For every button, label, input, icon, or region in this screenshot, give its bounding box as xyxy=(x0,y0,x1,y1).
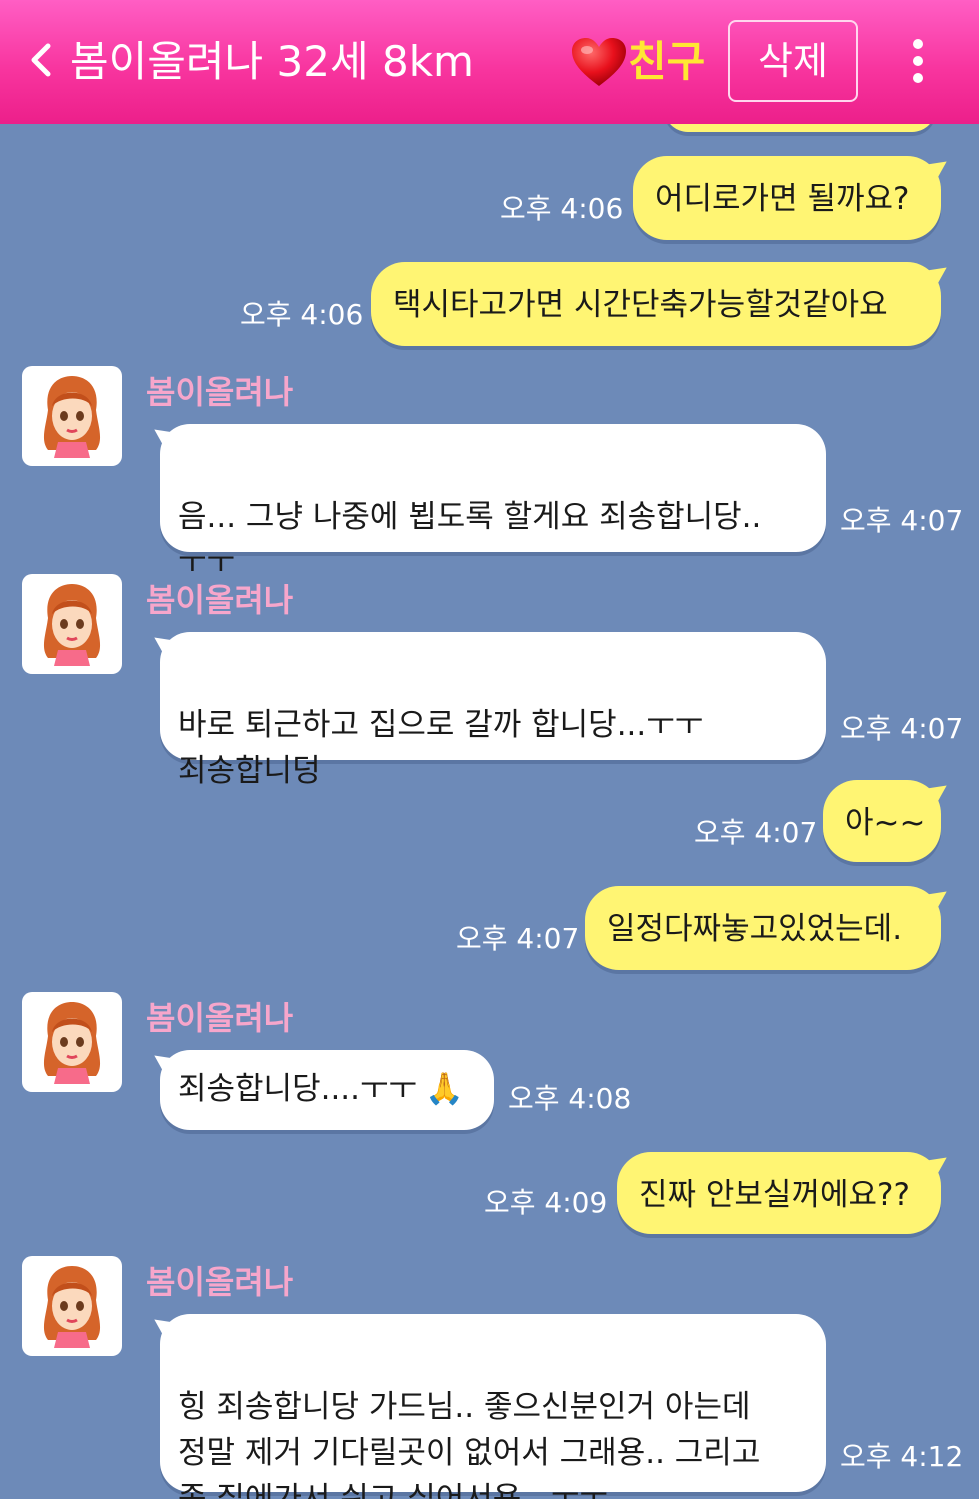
message-time: 오후 4:12 xyxy=(840,1440,964,1473)
avatar-girl-icon xyxy=(43,376,101,458)
more-options-icon[interactable] xyxy=(906,38,930,84)
message-time: 오후 4:07 xyxy=(694,816,818,849)
message-text: 음... 그냥 나중에 뵙도록 할게요 죄송합니당.. ㅜㅜ xyxy=(178,499,762,581)
message-text: 택시타고가면 시간단축가능할것같아요 xyxy=(393,287,888,323)
heart-icon[interactable] xyxy=(570,36,628,88)
friend-button[interactable]: 친구 xyxy=(628,34,705,90)
message-time: 오후 4:06 xyxy=(500,192,624,225)
my-message-bubble[interactable]: 일정다짜놓고있었는데. xyxy=(585,885,956,970)
message-text: 죄송합니당....ㅜㅜ xyxy=(178,1071,418,1107)
my-message-bubble[interactable]: 진짜 안보실꺼에요?? xyxy=(617,1151,956,1234)
their-message-bubble[interactable]: 바로 퇴근하고 집으로 갈까 합니당...ㅜㅜ 죄송합니덩 xyxy=(145,631,826,789)
sender-avatar[interactable] xyxy=(22,366,122,466)
avatar-girl-icon xyxy=(43,1266,101,1348)
chat-header: 봄이올려나 32세 8km 친구 삭제 xyxy=(0,0,979,124)
sender-name: 봄이올려나 xyxy=(146,581,294,619)
their-message-bubble[interactable]: 죄송합니당....ㅜㅜ 🙏 xyxy=(145,1049,494,1130)
their-message-bubble[interactable]: 힝 죄송합니당 가드님.. 좋으신분인거 아는데 정말 제거 기다릴곳이 없어서… xyxy=(145,1313,826,1499)
message-time: 오후 4:09 xyxy=(484,1186,608,1219)
sender-avatar[interactable] xyxy=(22,574,122,674)
back-chevron-icon[interactable] xyxy=(24,38,58,82)
sender-avatar[interactable] xyxy=(22,992,122,1092)
delete-button[interactable]: 삭제 xyxy=(728,20,858,102)
sender-name: 봄이올려나 xyxy=(146,999,294,1037)
message-time: 오후 4:08 xyxy=(508,1082,632,1115)
message-time: 오후 4:07 xyxy=(840,504,964,537)
message-time: 오후 4:06 xyxy=(240,298,364,331)
sender-name: 봄이올려나 xyxy=(146,373,294,411)
chat-title: 봄이올려나 32세 8km xyxy=(70,37,474,86)
message-text: 바로 퇴근하고 집으로 갈까 합니당...ㅜㅜ 죄송합니덩 xyxy=(178,707,704,789)
their-message-bubble[interactable]: 음... 그냥 나중에 뵙도록 할게요 죄송합니당.. ㅜㅜ xyxy=(145,423,826,581)
avatar-girl-icon xyxy=(43,584,101,666)
my-message-bubble[interactable]: 택시타고가면 시간단축가능할것같아요 xyxy=(371,261,956,346)
sender-avatar[interactable] xyxy=(22,1256,122,1356)
praying-hands-emoji: 🙏 xyxy=(425,1071,464,1107)
message-text: 일정다짜놓고있었는데. xyxy=(607,911,903,947)
message-text: 아~~ xyxy=(845,805,926,841)
message-text: 어디로가면 될까요? xyxy=(655,181,910,217)
my-message-bubble[interactable]: 어디로가면 될까요? xyxy=(633,155,956,240)
avatar-girl-icon xyxy=(43,1002,101,1084)
message-time: 오후 4:07 xyxy=(456,922,580,955)
sender-name: 봄이올려나 xyxy=(146,1263,294,1301)
message-time: 오후 4:07 xyxy=(840,712,964,745)
previous-message-bubble xyxy=(664,124,936,132)
my-message-bubble[interactable]: 아~~ xyxy=(823,779,956,862)
message-text: 힝 죄송합니당 가드님.. 좋으신분인거 아는데 정말 제거 기다릴곳이 없어서… xyxy=(178,1389,761,1499)
message-list[interactable]: 어디로가면 될까요? 오후 4:06 택시타고가면 시간단축가능할것같아요 오후… xyxy=(0,124,979,1499)
message-text: 진짜 안보실꺼에요?? xyxy=(639,1177,910,1213)
